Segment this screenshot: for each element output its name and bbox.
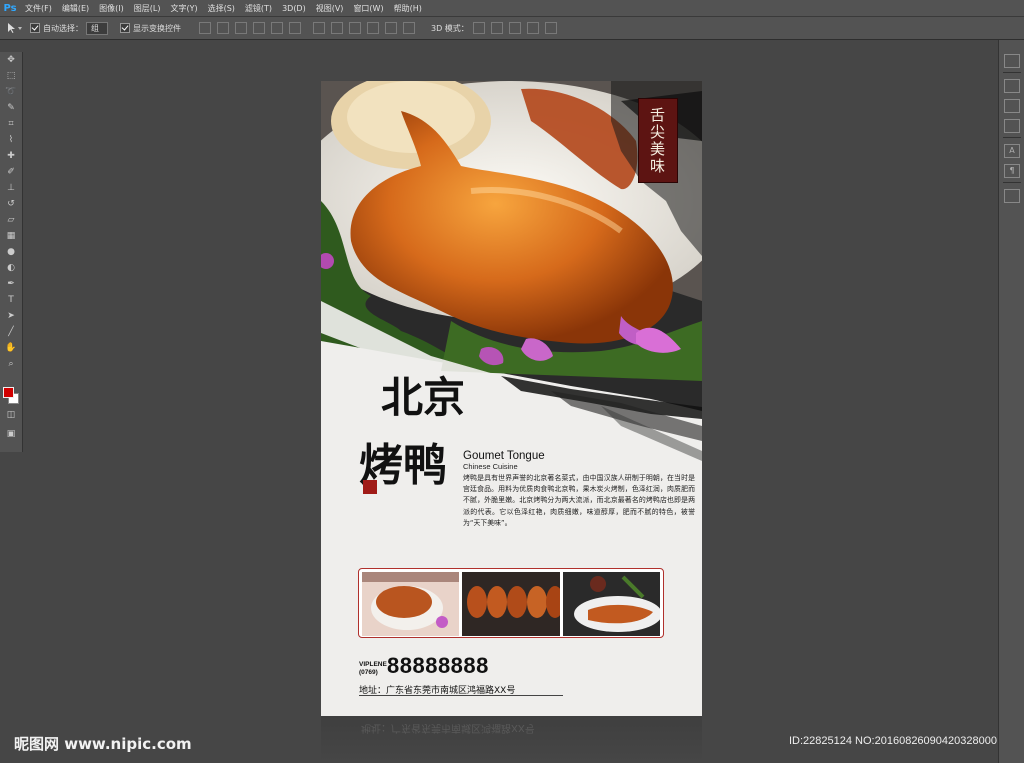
description-text: 烤鸭是具有世界声誉的北京著名菜式，由中国汉族人研制于明朝，在当时是宫廷食品。用料… — [463, 474, 695, 527]
zoom-tool-icon[interactable]: ⌕ — [0, 356, 22, 372]
lasso-tool-icon[interactable]: ➰ — [0, 84, 22, 100]
hand-tool-icon[interactable]: ✋ — [0, 340, 22, 356]
menu-file[interactable]: 文件(F) — [20, 3, 57, 14]
adjustments-panel-icon[interactable] — [1004, 79, 1020, 93]
show-transform-checkbox[interactable]: 显示变换控件 — [120, 23, 181, 34]
menu-window[interactable]: 窗口(W) — [348, 3, 388, 14]
gradient-tool-icon[interactable]: ▦ — [0, 228, 22, 244]
watermark-logo: 昵图网 www.nipic.com — [14, 735, 192, 753]
align-top-icon[interactable] — [199, 22, 211, 34]
rotate-3d-icon[interactable] — [472, 22, 485, 34]
distribute-left-icon[interactable] — [367, 22, 379, 34]
photo-strip — [358, 568, 664, 638]
path-select-tool-icon[interactable]: ➤ — [0, 308, 22, 324]
menu-filter[interactable]: 滤镜(T) — [240, 3, 277, 14]
eyedropper-tool-icon[interactable]: ⌇ — [0, 132, 22, 148]
line-tool-icon[interactable]: ╱ — [0, 324, 22, 340]
quick-select-tool-icon[interactable]: ✎ — [0, 100, 22, 116]
brush-settings-icon[interactable] — [1004, 119, 1020, 133]
distribute-bottom-icon[interactable] — [349, 22, 361, 34]
tel-label-line-1: VIPLENE — [359, 661, 387, 668]
stamp-tool-icon[interactable]: ⊥ — [0, 180, 22, 196]
character-panel-icon[interactable]: A — [1004, 144, 1020, 158]
checkbox-icon — [120, 23, 130, 33]
align-right-icon[interactable] — [289, 22, 301, 34]
english-title: Goumet Tongue — [463, 450, 545, 462]
tel-label-line-2: (0769) — [359, 669, 378, 676]
menu-bar: Ps 文件(F) 编辑(E) 图像(I) 图层(L) 文字(Y) 选择(S) 滤… — [0, 0, 1024, 17]
brush-tool-icon[interactable]: ✐ — [0, 164, 22, 180]
slide-3d-icon[interactable] — [526, 22, 539, 34]
tel-number: 88888888 — [387, 653, 489, 678]
pan-3d-icon[interactable] — [508, 22, 521, 34]
dodge-tool-icon[interactable]: ◐ — [0, 260, 22, 276]
reflected-address: 地址：广东省东莞市南城区鸿福路XX号 — [361, 722, 535, 733]
move-tool-icon[interactable] — [6, 22, 24, 34]
menu-image[interactable]: 图像(I) — [94, 3, 129, 14]
move-tool-icon[interactable]: ✥ — [0, 52, 22, 68]
pen-tool-icon[interactable]: ✒ — [0, 276, 22, 292]
auto-select-checkbox[interactable]: 自动选择： 组 — [30, 21, 108, 35]
properties-panel-icon[interactable] — [1004, 99, 1020, 113]
eraser-tool-icon[interactable]: ▱ — [0, 212, 22, 228]
mode-3d-label: 3D 模式： — [431, 23, 469, 33]
quick-mask-icon[interactable]: ◫ — [0, 407, 22, 423]
align-left-icon[interactable] — [253, 22, 265, 34]
auto-select-label: 自动选择： — [43, 23, 83, 33]
type-tool-icon[interactable]: T — [0, 292, 22, 308]
align-buttons — [199, 22, 421, 34]
distribute-hcenter-icon[interactable] — [385, 22, 397, 34]
align-bottom-icon[interactable] — [235, 22, 247, 34]
show-transform-label: 显示变换控件 — [133, 23, 181, 33]
options-bar: 自动选择： 组 显示变换控件 3D 模式： — [0, 17, 1024, 40]
red-stamp-icon — [363, 480, 377, 494]
screen-mode-icon[interactable]: ▣ — [0, 426, 22, 442]
align-hcenter-icon[interactable] — [271, 22, 283, 34]
auto-select-dropdown[interactable]: 组 — [86, 21, 108, 35]
canvas-reflection: 地址：广东省东莞市南城区鸿福路XX号 — [321, 716, 702, 763]
divider — [359, 695, 563, 696]
tel-label: VIPLENE (0769) — [359, 661, 387, 677]
mode-3d: 3D 模式： — [431, 22, 563, 34]
menu-type[interactable]: 文字(Y) — [165, 3, 202, 14]
divider — [1003, 182, 1021, 183]
tools-panel: ✥ ⬚ ➰ ✎ ⌗ ⌇ ✚ ✐ ⊥ ↺ ▱ ▦ ● ◐ ✒ T ➤ ╱ ✋ ⌕ … — [0, 52, 23, 452]
foreground-color-swatch[interactable] — [3, 387, 14, 398]
document-canvas[interactable]: 舌尖美味 北京 烤鸭 Goumet Tongue Chinese Cuisine… — [321, 81, 702, 716]
distribute-right-icon[interactable] — [403, 22, 415, 34]
distribute-vcenter-icon[interactable] — [331, 22, 343, 34]
title-line-1: 北京 — [381, 373, 466, 422]
menu-layer[interactable]: 图层(L) — [129, 3, 166, 14]
crop-tool-icon[interactable]: ⌗ — [0, 116, 22, 132]
scale-3d-icon[interactable] — [544, 22, 557, 34]
english-subtitle: Chinese Cuisine — [463, 462, 518, 471]
duck-photo-3 — [562, 572, 660, 636]
photoshop-logo: Ps — [3, 2, 17, 14]
seal-badge: 舌尖美味 — [638, 98, 678, 183]
menu-help[interactable]: 帮助(H) — [389, 3, 427, 14]
history-brush-tool-icon[interactable]: ↺ — [0, 196, 22, 212]
menu-edit[interactable]: 编辑(E) — [57, 3, 94, 14]
distribute-top-icon[interactable] — [313, 22, 325, 34]
divider — [1003, 72, 1021, 73]
panel-dock: A ¶ — [998, 40, 1024, 763]
align-vcenter-icon[interactable] — [217, 22, 229, 34]
paragraph-panel-icon[interactable]: ¶ — [1004, 164, 1020, 178]
healing-tool-icon[interactable]: ✚ — [0, 148, 22, 164]
seal-text: 舌尖美味 — [648, 107, 666, 175]
divider — [1003, 137, 1021, 138]
blur-tool-icon[interactable]: ● — [0, 244, 22, 260]
duck-photo-2 — [462, 572, 560, 636]
history-panel-icon[interactable] — [1004, 54, 1020, 68]
watermark-id: ID:22825124 NO:20160826090420328000 — [789, 735, 997, 747]
marquee-tool-icon[interactable]: ⬚ — [0, 68, 22, 84]
checkbox-icon — [30, 23, 40, 33]
duck-photo-1 — [362, 572, 460, 636]
3d-panel-icon[interactable] — [1004, 189, 1020, 203]
menu-view[interactable]: 视图(V) — [311, 3, 349, 14]
menu-select[interactable]: 选择(S) — [203, 3, 240, 14]
roll-3d-icon[interactable] — [490, 22, 503, 34]
menu-3d[interactable]: 3D(D) — [277, 4, 311, 13]
